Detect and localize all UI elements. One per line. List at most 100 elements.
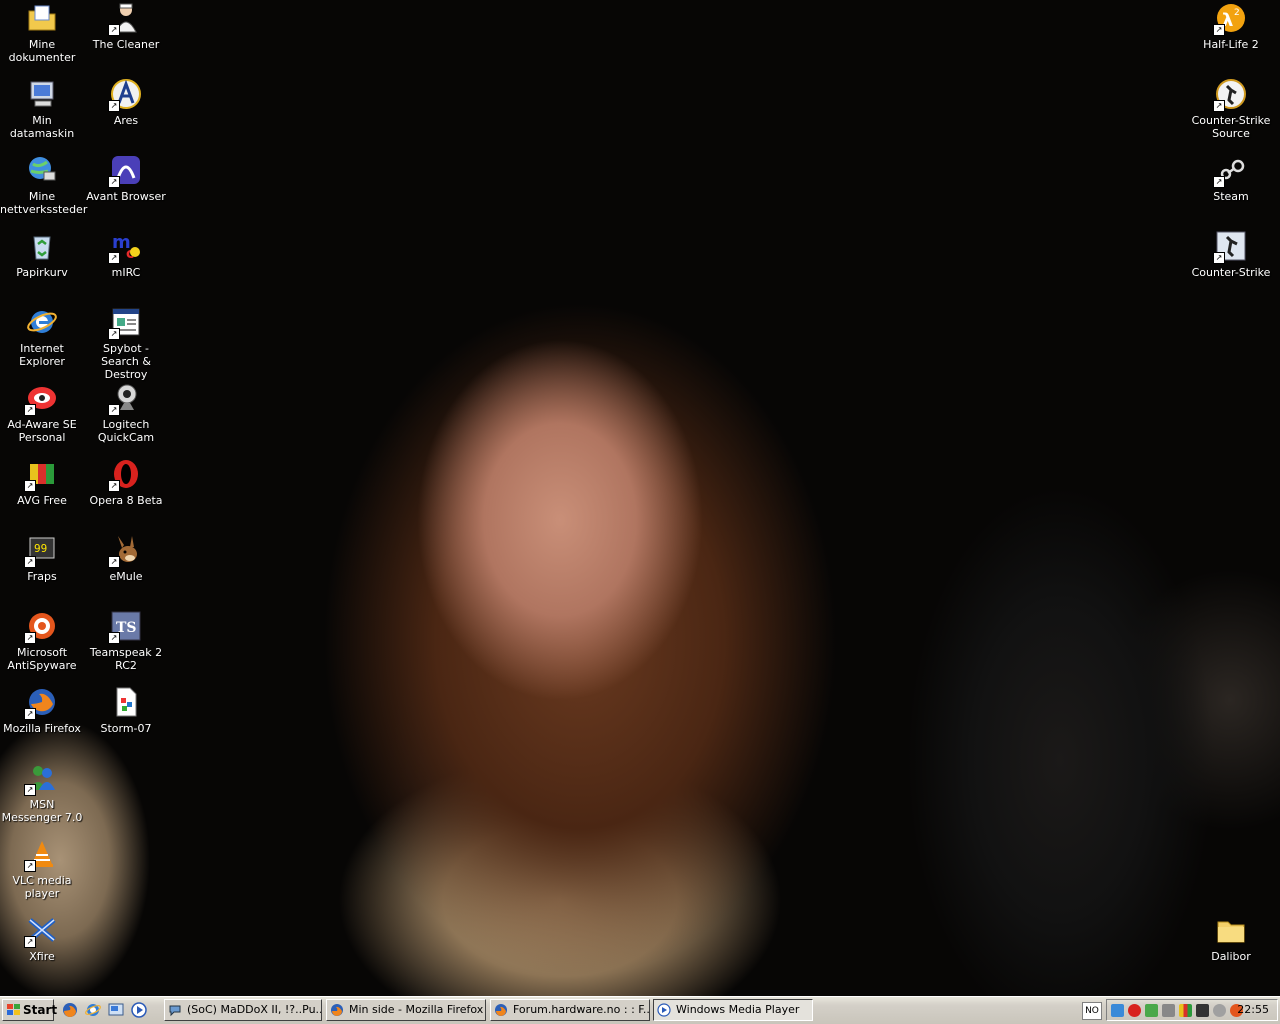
desktop-icon-recycle-bin[interactable]: Papirkurv (0, 230, 84, 279)
icon-label: Half-Life 2 (1203, 38, 1259, 51)
task-button-chat[interactable]: (SoC) MaDDoX II, !?..Pu... (164, 999, 322, 1021)
desktop-icon-steam[interactable]: ↗ Steam (1189, 154, 1273, 203)
icon-label: MSN Messenger 7.0 (1, 798, 83, 824)
spybot-icon: ↗ (108, 306, 142, 340)
icon-label: The Cleaner (92, 38, 160, 51)
vlc-icon: ↗ (24, 838, 58, 872)
icon-label: Ad-Aware SE Personal (7, 418, 77, 444)
half-life-2-icon: λ2 ↗ (1213, 2, 1247, 36)
task-button-windows-media-player[interactable]: Windows Media Player (653, 999, 813, 1021)
my-computer-icon (26, 78, 58, 110)
quick-launch-show-desktop-icon[interactable] (107, 1001, 125, 1019)
desktop-icon-logitech-quickcam[interactable]: ↗ Logitech QuickCam (84, 382, 168, 444)
icon-label: Counter-Strike Source (1191, 114, 1271, 140)
desktop-icon-avg-free[interactable]: ↗ AVG Free (0, 458, 84, 507)
task-button-min-side-firefox[interactable]: Min side - Mozilla Firefox (326, 999, 486, 1021)
my-documents-folder-icon (26, 2, 58, 34)
quick-launch-ie-icon[interactable] (84, 1001, 102, 1019)
desktop-icon-network-places[interactable]: Mine nettverkssteder (0, 154, 88, 216)
start-button[interactable]: Start (2, 999, 58, 1021)
desktop-icon-vlc[interactable]: ↗ VLC media player (0, 838, 84, 900)
desktop-icon-storm-07[interactable]: Storm-07 (84, 686, 168, 735)
task-label: Windows Media Player (676, 1003, 800, 1016)
icon-label: Microsoft AntiSpyware (7, 646, 77, 672)
storm-document-icon (110, 686, 142, 718)
network-places-icon (26, 154, 58, 186)
icon-label: Storm-07 (100, 722, 152, 735)
shield-tray-icon[interactable] (1196, 1004, 1209, 1017)
cam-tray-icon[interactable] (1213, 1004, 1226, 1017)
msn-tray-icon[interactable] (1111, 1004, 1124, 1017)
ad-aware-icon: ↗ (24, 382, 58, 416)
start-label: Start (23, 1003, 58, 1017)
icon-label: Ares (113, 114, 139, 127)
icon-label: Internet Explorer (19, 342, 65, 368)
antispyware-icon: ↗ (24, 610, 58, 644)
quick-launch-firefox-icon[interactable] (61, 1001, 79, 1019)
desktop-icon-the-cleaner[interactable]: ↗ The Cleaner (84, 2, 168, 51)
xfire-icon: ↗ (24, 914, 58, 948)
steam-icon: ↗ (1213, 154, 1247, 188)
language-indicator[interactable]: NO (1082, 1002, 1102, 1020)
icon-label: Steam (1213, 190, 1249, 203)
desktop-icon-avant-browser[interactable]: ↗ Avant Browser (84, 154, 168, 203)
desktop-icon-xfire[interactable]: ↗ Xfire (0, 914, 84, 963)
desktop-icon-my-computer[interactable]: Min datamaskin (0, 78, 84, 140)
avant-browser-icon: ↗ (108, 154, 142, 188)
desktop-icon-mozilla-firefox[interactable]: ↗ Mozilla Firefox (0, 686, 84, 735)
icon-label: Avant Browser (86, 190, 166, 203)
recycle-bin-icon (26, 230, 58, 262)
logitech-quickcam-icon: ↗ (108, 382, 142, 416)
folder-icon (1215, 914, 1247, 946)
opera-icon: ↗ (108, 458, 142, 492)
icon-label: Papirkurv (16, 266, 68, 279)
task-label: Min side - Mozilla Firefox (349, 1003, 484, 1016)
desktop-icon-emule[interactable]: ↗ eMule (84, 534, 168, 583)
desktop-icon-internet-explorer[interactable]: Internet Explorer (0, 306, 84, 368)
desktop-icon-fraps[interactable]: 99 ↗ Fraps (0, 534, 84, 583)
task-button-forum-hardware[interactable]: Forum.hardware.no : : F... (490, 999, 650, 1021)
avg-icon: ↗ (24, 458, 58, 492)
icon-label: Logitech QuickCam (97, 418, 155, 444)
desktop-icon-mirc[interactable]: mc ↗ mIRC (84, 230, 168, 279)
desktop-icon-ms-antispyware[interactable]: ↗ Microsoft AntiSpyware (0, 610, 84, 672)
desktop-icon-msn-messenger[interactable]: ↗ MSN Messenger 7.0 (0, 762, 84, 824)
volume-tray-icon[interactable] (1162, 1004, 1175, 1017)
icon-label: AVG Free (17, 494, 67, 507)
desktop-wallpaper (0, 0, 1280, 996)
icon-label: VLC media player (12, 874, 72, 900)
icon-label: Xfire (29, 950, 55, 963)
counter-strike-source-icon: ↗ (1213, 78, 1247, 112)
icon-label: Opera 8 Beta (89, 494, 163, 507)
icon-label: Fraps (27, 570, 57, 583)
desktop-icon-dalibor-folder[interactable]: Dalibor (1189, 914, 1273, 963)
firefox-icon (495, 1004, 507, 1016)
task-label: (SoC) MaDDoX II, !?..Pu... (187, 1003, 322, 1016)
desktop-icon-ares[interactable]: ↗ Ares (84, 78, 168, 127)
desktop-icon-counter-strike[interactable]: ↗ Counter-Strike (1189, 230, 1273, 279)
taskbar: Start (SoC) MaDDoX II, !?..Pu... Min sid… (0, 996, 1280, 1024)
teamspeak-icon: TS ↗ (108, 610, 142, 644)
desktop-icon-counter-strike-source[interactable]: ↗ Counter-Strike Source (1189, 78, 1273, 140)
clock[interactable]: 22:55 (1237, 1000, 1269, 1020)
the-cleaner-icon: ↗ (108, 2, 142, 36)
internet-explorer-icon (26, 306, 58, 338)
network-tray-icon[interactable] (1145, 1004, 1158, 1017)
icon-label: Mine nettverkssteder (0, 190, 88, 216)
emule-icon: ↗ (108, 534, 142, 568)
desktop-icon-my-documents[interactable]: Mine dokumenter (0, 2, 84, 64)
desktop-icon-spybot[interactable]: ↗ Spybot - Search & Destroy (84, 306, 168, 381)
opera-tray-icon[interactable] (1128, 1004, 1141, 1017)
desktop-icon-opera[interactable]: ↗ Opera 8 Beta (84, 458, 168, 507)
desktop-icon-ad-aware[interactable]: ↗ Ad-Aware SE Personal (0, 382, 84, 444)
system-tray: 22:55 (1106, 999, 1278, 1021)
firefox-icon (331, 1004, 343, 1016)
desktop-icon-teamspeak[interactable]: TS ↗ Teamspeak 2 RC2 (84, 610, 168, 672)
icon-label: Spybot - Search & Destroy (101, 342, 151, 381)
svg-text:99: 99 (34, 542, 47, 555)
desktop-icon-half-life-2[interactable]: λ2 ↗ Half-Life 2 (1189, 2, 1273, 51)
media-player-icon (657, 1003, 671, 1017)
avg-tray-icon[interactable] (1179, 1004, 1192, 1017)
counter-strike-icon: ↗ (1213, 230, 1247, 264)
quick-launch-media-player-icon[interactable] (130, 1001, 148, 1019)
